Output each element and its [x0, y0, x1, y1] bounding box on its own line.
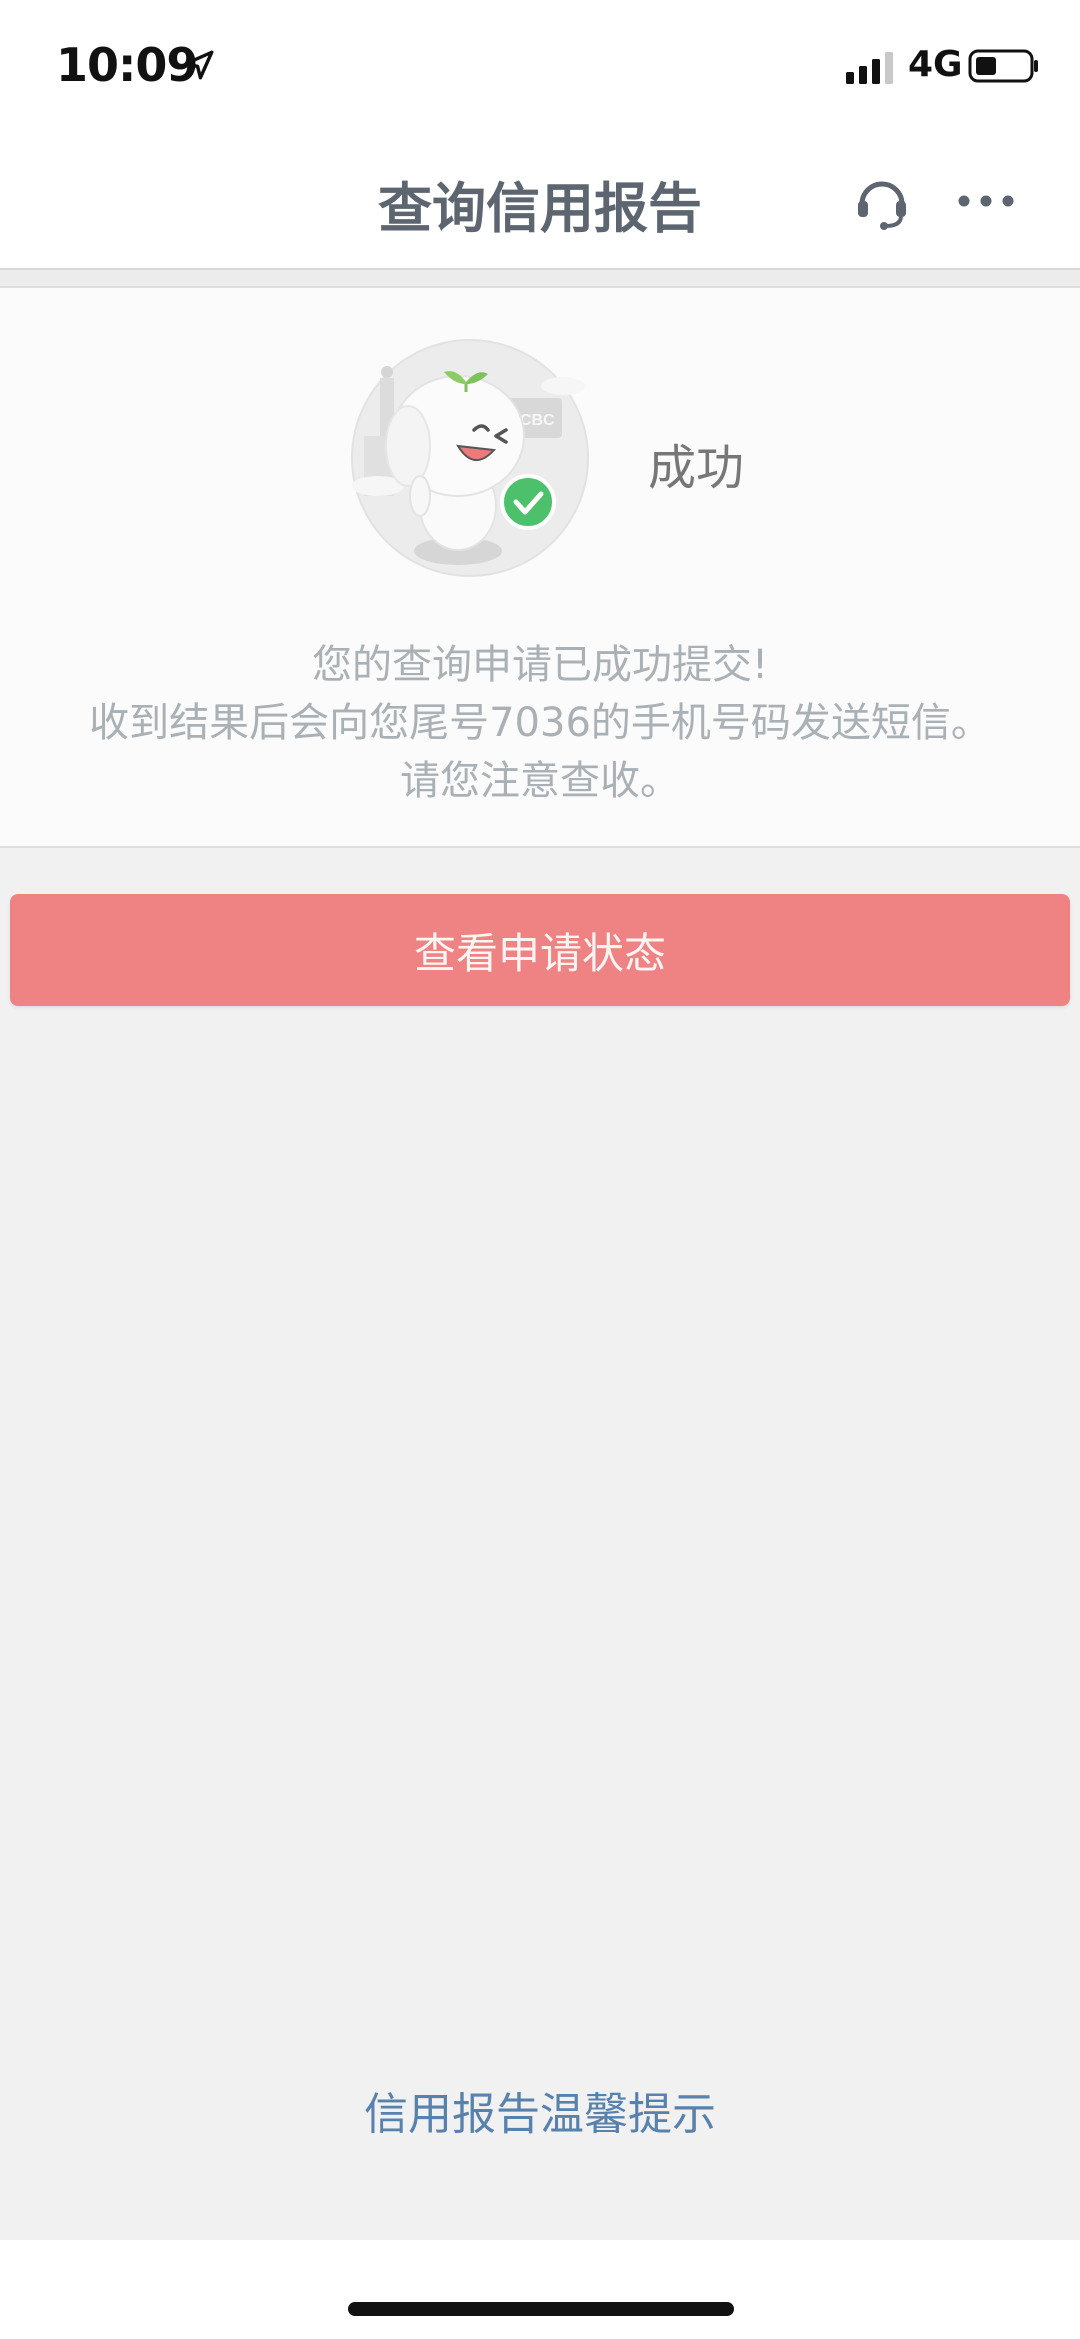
home-indicator-area: [0, 2240, 1080, 2339]
status-bar: 10:09 4G: [0, 0, 1080, 132]
page-title: 查询信用报告: [378, 177, 702, 240]
success-title: 成功: [648, 440, 745, 496]
view-application-status-label: 查看申请状态: [413, 928, 666, 978]
divider: [0, 270, 1080, 286]
location-arrow-icon: [184, 50, 214, 80]
mascot-success-illustration: ICBC: [351, 339, 589, 577]
network-type: 4G: [908, 44, 963, 85]
view-application-status-button[interactable]: 查看申请状态: [10, 894, 1070, 1006]
battery-icon: [968, 49, 1038, 83]
result-message-line: 您的查询申请已成功提交!: [311, 642, 769, 688]
home-indicator[interactable]: [348, 2302, 734, 2316]
result-message-line: 请您注意查收。: [400, 758, 680, 804]
result-message-line: 收到结果后会向您尾号7036的手机号码发送短信。: [89, 700, 991, 746]
result-card: ICBC 成功 您的查询申请已成功提交! 收到结果后会向您尾号7036的手机号码…: [0, 286, 1080, 848]
credit-report-tips-link[interactable]: 信用报告温馨提示: [0, 2078, 1080, 2142]
signal-bars-icon: [846, 52, 893, 84]
status-time: 10:09: [56, 38, 198, 92]
nav-bar: 查询信用报告: [0, 132, 1080, 270]
customer-service-headset-icon[interactable]: [852, 172, 912, 232]
more-dots-icon[interactable]: [956, 186, 1016, 216]
